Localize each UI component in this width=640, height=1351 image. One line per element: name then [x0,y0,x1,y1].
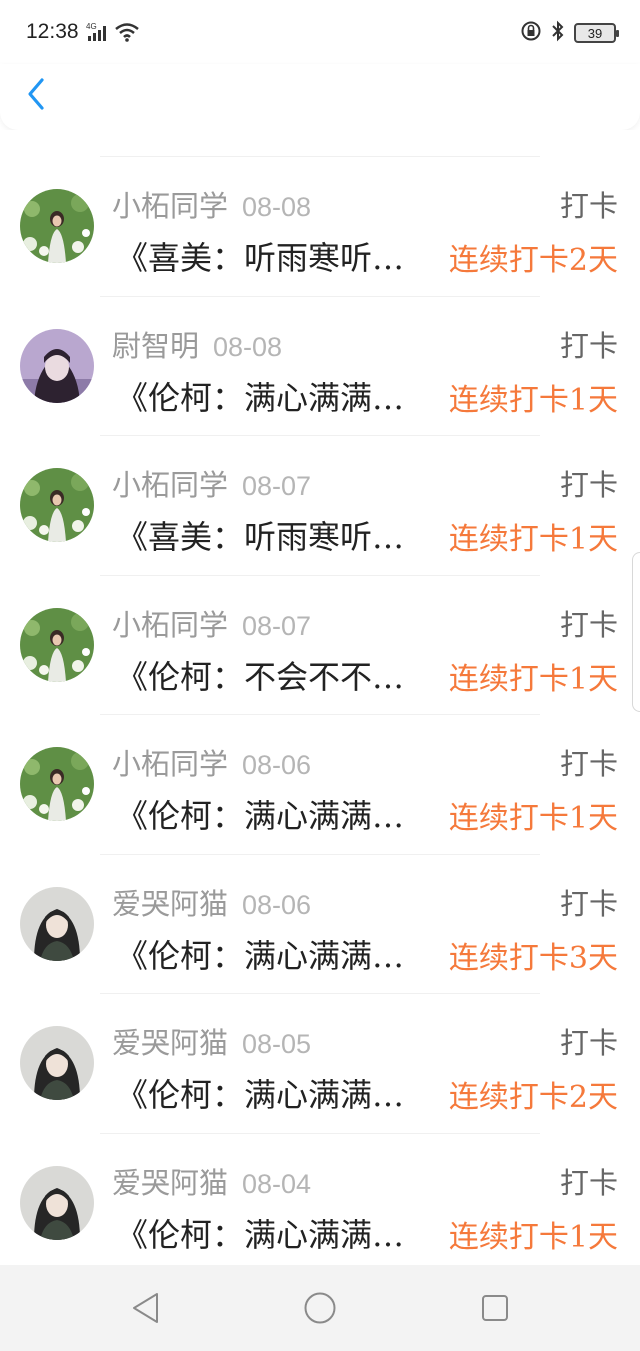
avatar[interactable] [20,747,94,821]
avatar[interactable] [20,886,94,961]
book-title: 《伦柯：满心满满心满 [116,1076,430,1114]
nav-back-button[interactable] [130,1291,162,1329]
square-recents-icon [482,1295,508,1321]
list-item[interactable]: 爱哭阿猫 08-05 打卡 《伦柯：满心满满心满 连续打卡2天 [0,994,640,1133]
triangle-back-icon [133,1293,158,1323]
book-title: 《伦柯：不会不不会不 [116,657,430,696]
checkin-label: 打卡 [559,886,618,921]
circle-home-icon [304,1292,336,1324]
streak-label: 连续打卡1天 [448,661,618,697]
list-item[interactable]: 爱哭阿猫 08-06 打卡 《伦柯：满心满满心满 连续打卡3天 [0,855,640,994]
list-item[interactable]: 小柘同学 08-07 打卡 《喜美：听雨寒听雨寒 连续打卡1天 [0,436,640,575]
item-header: 爱哭阿猫 08-06 [112,881,311,923]
item-header: 小柘同学 08-06 [112,741,311,783]
item-header: 小柘同学 08-07 [112,462,311,504]
bluetooth-icon [550,20,566,46]
user-name: 尉智明 [112,328,200,363]
checkin-list: 小柘同学 08-08 打卡 《喜美：听雨寒听雨寒 连续打卡2天 尉智明 08-08 … [0,130,640,1272]
checkin-label: 打卡 [559,607,618,642]
item-header: 小柘同学 08-08 [112,183,311,225]
checkin-date: 08-04 [242,1168,312,1199]
user-name: 小柘同学 [112,607,229,642]
book-title: 《喜美：听雨寒听雨寒 [116,518,430,556]
checkin-date: 08-08 [213,331,283,362]
checkin-label: 打卡 [559,1165,618,1200]
chevron-left-icon [26,77,46,115]
network-type: 4G [86,22,97,31]
user-name: 爱哭阿猫 [112,1026,229,1060]
avatar[interactable] [20,328,94,403]
list-item[interactable]: 小柘同学 08-06 打卡 《伦柯：满心满满心满 连续打卡1天 [0,715,640,854]
book-title: 《伦柯：满心满满心满 [116,797,430,835]
checkin-date: 08-06 [242,889,312,920]
book-title: 《伦柯：满心满满心满 [116,936,430,975]
book-title: 《伦柯：满心满满心满 [116,1215,430,1254]
checkin-date: 08-05 [242,1029,312,1059]
streak-label: 连续打卡1天 [448,801,618,836]
wifi-icon [114,22,140,46]
system-nav-bar [0,1265,640,1351]
item-header: 爱哭阿猫 08-05 [112,1020,311,1062]
item-header: 小柘同学 08-07 [112,602,311,644]
checkin-label: 打卡 [559,1026,618,1060]
checkin-label: 打卡 [559,328,618,363]
list-item[interactable]: 尉智明 08-08 打卡 《伦柯：满心满满心满 连续打卡1天 [0,297,640,436]
user-name: 爱哭阿猫 [112,886,229,921]
streak-label: 连续打卡2天 [448,243,618,278]
streak-label: 连续打卡1天 [448,382,618,418]
nav-home-button[interactable] [303,1291,337,1329]
checkin-date: 08-06 [242,750,312,780]
list-item[interactable]: 小柘同学 08-07 打卡 《伦柯：不会不不会不 连续打卡1天 [0,576,640,715]
scroll-handle[interactable] [632,552,640,712]
checkin-label: 打卡 [559,189,618,223]
list-item[interactable]: 爱哭阿猫 08-04 打卡 《伦柯：满心满满心满 连续打卡1天 [0,1134,640,1273]
user-name: 小柘同学 [112,468,229,502]
status-bar: 12:38 4G 39 [0,0,640,64]
checkin-label: 打卡 [559,747,618,781]
user-name: 小柘同学 [112,189,229,223]
list-item[interactable]: 小柘同学 08-08 打卡 《喜美：听雨寒听雨寒 连续打卡2天 [0,157,640,296]
streak-label: 连续打卡1天 [448,522,618,557]
book-title: 《喜美：听雨寒听雨寒 [116,239,430,277]
avatar[interactable] [20,607,94,682]
book-title: 《伦柯：满心满满心满 [116,378,430,417]
battery-indicator: 39 [574,23,619,43]
checkin-date: 08-07 [242,471,312,501]
status-time: 12:38 [26,20,79,43]
streak-label: 连续打卡1天 [448,1219,618,1255]
lock-rotation-icon [520,20,542,46]
streak-label: 连续打卡3天 [448,940,618,976]
avatar[interactable] [20,468,94,542]
checkin-date: 08-07 [242,610,312,641]
avatar[interactable] [20,1026,94,1100]
signal-icon: 4G [86,22,108,46]
avatar[interactable] [20,1165,94,1240]
nav-header [0,64,640,130]
item-header: 爱哭阿猫 08-04 [112,1160,311,1202]
streak-label: 连续打卡2天 [448,1080,618,1115]
checkin-date: 08-08 [242,192,312,222]
avatar[interactable] [20,189,94,263]
nav-recents-button[interactable] [481,1291,509,1329]
checkin-label: 打卡 [559,468,618,502]
user-name: 爱哭阿猫 [112,1165,229,1200]
back-button[interactable] [18,76,54,116]
item-header: 尉智明 08-08 [112,323,282,365]
user-name: 小柘同学 [112,747,229,781]
